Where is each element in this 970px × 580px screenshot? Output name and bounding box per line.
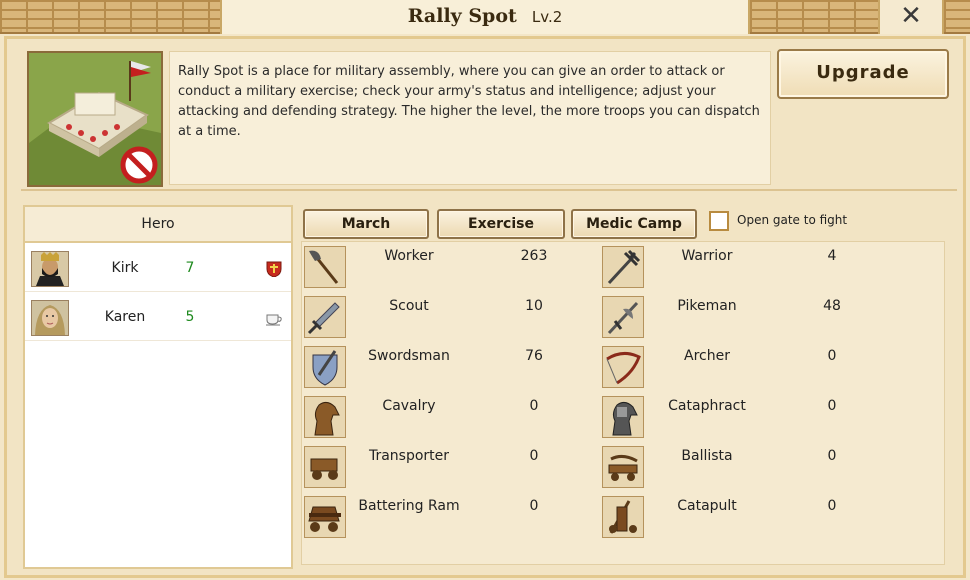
rally-spot-building-image [27, 51, 163, 187]
title-bar: Rally Spot Lv.2 ✕ [0, 0, 970, 34]
troop-name: Ballista [681, 448, 733, 464]
upgrade-button[interactable]: Upgrade [777, 49, 949, 99]
halberd-icon [602, 296, 644, 338]
hero-name: Karen [104, 309, 146, 325]
troop-swordsman: Swordsman 76 [302, 344, 622, 394]
sword-shield-icon [304, 346, 346, 388]
section-divider [21, 189, 957, 191]
bow-icon [602, 346, 644, 388]
troop-transporter: Transporter 0 [302, 444, 622, 494]
brick-decoration-right [750, 0, 878, 34]
dagger-icon [304, 296, 346, 338]
troop-name: Warrior [681, 248, 733, 264]
building-level: Lv.2 [531, 8, 563, 26]
troop-name: Pikeman [677, 298, 737, 314]
window-title: Rally Spot [407, 5, 517, 27]
main-frame: Rally Spot is a place for military assem… [4, 36, 966, 578]
ram-icon [304, 496, 346, 538]
rally-spot-window: Rally Spot Lv.2 ✕ Rally Spot is a place … [0, 0, 970, 580]
troop-name: Catapult [677, 498, 737, 514]
axe-icon [304, 246, 346, 288]
building-info: Rally Spot is a place for military assem… [21, 45, 949, 191]
ballista-icon [602, 446, 644, 488]
hero-level: 5 [185, 309, 195, 325]
brick-decoration-far-right [944, 0, 970, 34]
troop-battering-ram: Battering Ram 0 [302, 494, 622, 544]
open-gate-label: Open gate to fight [737, 213, 848, 227]
troop-pikeman: Pikeman 48 [600, 294, 920, 344]
catapult-icon [602, 496, 644, 538]
hero-name: Kirk [111, 260, 139, 276]
troop-name: Transporter [368, 448, 450, 464]
building-description: Rally Spot is a place for military assem… [169, 51, 771, 185]
tab-exercise[interactable]: Exercise [437, 209, 565, 239]
close-button[interactable]: ✕ [878, 0, 944, 34]
troop-catapult: Catapult 0 [600, 494, 920, 544]
troop-name: Battering Ram [358, 498, 460, 514]
troop-count: 76 [525, 348, 543, 364]
close-icon: ✕ [900, 1, 922, 31]
hero-list-panel: Hero Kirk 7 Karen 5 [23, 205, 293, 569]
troop-count: 263 [520, 248, 548, 264]
hero-row-kirk[interactable]: Kirk 7 [25, 243, 291, 292]
teacup-icon [265, 310, 283, 326]
avatar [31, 251, 69, 287]
horse-icon [304, 396, 346, 438]
troops-panel: Worker 263 Warrior 4 Scout 10 Pikeman 48… [301, 241, 945, 565]
troop-ballista: Ballista 0 [600, 444, 920, 494]
troop-count: 0 [827, 448, 837, 464]
shield-icon [265, 261, 283, 278]
troop-worker: Worker 263 [302, 244, 622, 294]
troop-count: 4 [827, 248, 837, 264]
troop-name: Cavalry [382, 398, 436, 414]
tab-medic-camp[interactable]: Medic Camp [571, 209, 697, 239]
troop-count: 0 [827, 348, 837, 364]
troop-count: 10 [525, 298, 543, 314]
trident-icon [602, 246, 644, 288]
troop-name: Scout [389, 298, 429, 314]
troop-count: 0 [529, 448, 539, 464]
hero-level: 7 [185, 260, 195, 276]
tab-march[interactable]: March [303, 209, 429, 239]
cart-icon [304, 446, 346, 488]
troop-archer: Archer 0 [600, 344, 920, 394]
hero-row-karen[interactable]: Karen 5 [25, 292, 291, 341]
hero-column-header: Hero [25, 207, 291, 243]
troop-count: 48 [823, 298, 841, 314]
troop-scout: Scout 10 [302, 294, 622, 344]
troop-name: Worker [384, 248, 434, 264]
troop-count: 0 [827, 498, 837, 514]
armored-horse-icon [602, 396, 644, 438]
title-area: Rally Spot Lv.2 [220, 0, 750, 34]
troop-cataphract: Cataphract 0 [600, 394, 920, 444]
troop-name: Archer [684, 348, 730, 364]
avatar [31, 300, 69, 336]
troop-count: 0 [827, 398, 837, 414]
troop-name: Cataphract [668, 398, 746, 414]
troop-count: 0 [529, 498, 539, 514]
brick-decoration-left [0, 0, 220, 34]
troop-cavalry: Cavalry 0 [302, 394, 622, 444]
troop-name: Swordsman [368, 348, 450, 364]
troop-count: 0 [529, 398, 539, 414]
troop-warrior: Warrior 4 [600, 244, 920, 294]
open-gate-checkbox[interactable] [709, 211, 729, 231]
